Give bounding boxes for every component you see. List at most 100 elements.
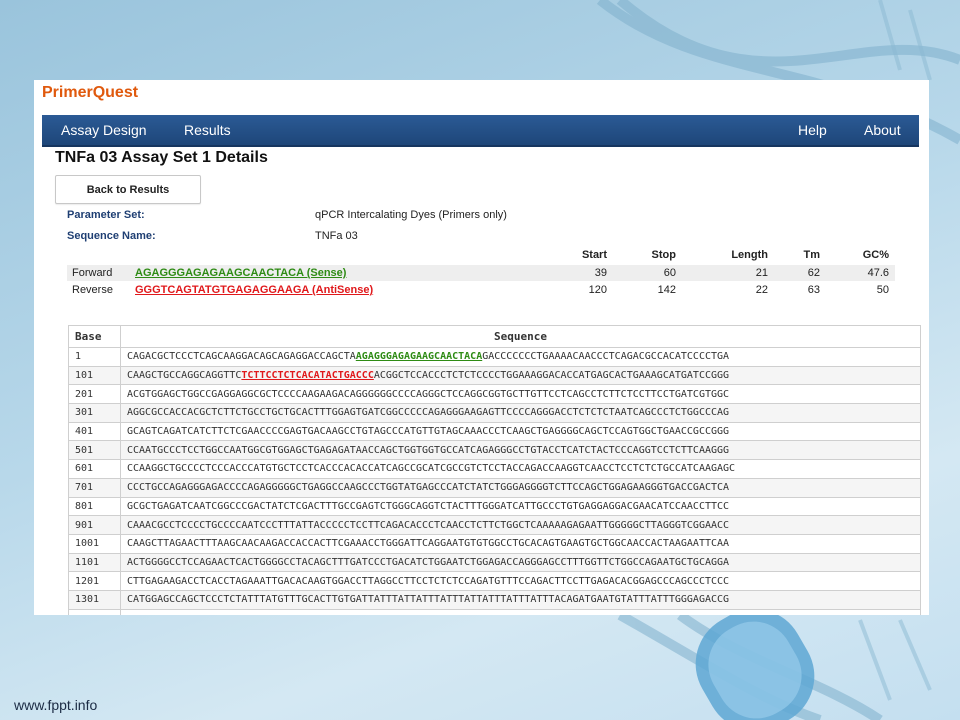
sequence-cell: CCAATGCCCTCCTGGCCAATGGCGTGGAGCTGAGAGATAA…	[120, 440, 921, 461]
nav-assay-design[interactable]: Assay Design	[61, 122, 147, 138]
sequence-segment: CCAAGGCTGCCCCTCCCACCCATGTGCTCCTCACCCACAC…	[127, 463, 736, 475]
table-row: 501 CCAATGCCCTCCTGGCCAATGGCGTGGAGCTGAGAGA…	[68, 440, 921, 461]
table-row: 601 CCAAGGCTGCCCCTCCCACCCATGTGCTCCTCACCCA…	[68, 459, 921, 479]
nav-results[interactable]: Results	[184, 122, 231, 138]
table-row: 801 GCGCTGAGATCAATCGGCCCGACTATCTCGACTTTGC…	[68, 496, 921, 517]
sequence-cell: CTTGAGAAGACCTCACCTAGAAATTGACACAAGTGGACCT…	[120, 571, 921, 591]
table-row: 101 CAAGCTGCCAGGCAGGTTCTCTTCCTCTCACATACTG…	[68, 365, 921, 386]
sequence-segment: GCGCTGAGATCAATCGGCCCGACTATCTCGACTTTGCCGA…	[127, 500, 730, 512]
nav-help[interactable]: Help	[798, 122, 827, 138]
sequence-segment: CAAGCTGCCAGGCAGGTTC	[127, 370, 242, 382]
table-row: 401 GCAGTCAGATCATCTTCTCGAACCCCGAGTGACAAGC…	[68, 421, 921, 442]
brand-logo[interactable]: PrimerQuest	[42, 84, 138, 102]
base-position: 201	[68, 384, 121, 405]
sequence-segment: CAGACGCTCCCTCAGCAAGGACAGCAGAGGACCAGCTA	[127, 351, 356, 363]
page-title: TNFa 03 Assay Set 1 Details	[55, 149, 268, 166]
table-row: 701 CCCTGCCAGAGGGAGACCCCAGAGGGGGCTGAGGCCA…	[68, 477, 921, 498]
sequence-segment: CCCTGCCAGAGGGAGACCCCAGAGGGGGCTGAGGCCAAGC…	[127, 482, 730, 494]
base-position: 701	[68, 477, 121, 498]
base-position: 301	[68, 403, 121, 423]
table-row: 1001 CAAGCTTAGAACTTTAAGCAACAAGACCACCACTTC…	[68, 533, 921, 554]
sequence-name-label: Sequence Name:	[67, 230, 156, 242]
sequence-segment: CCAATGCCCTCCTGGCCAATGGCGTGGAGCTGAGAGATAA…	[127, 444, 730, 456]
sequence-name-value: TNFa 03	[315, 230, 358, 242]
table-row: 1201 CTTGAGAAGACCTCACCTAGAAATTGACACAAGTGG…	[68, 571, 921, 591]
col-gc: GC%	[862, 249, 889, 261]
table-row: 901 CAAACGCCTCCCCTGCCCCAATCCCTTTATTACCCCC…	[68, 515, 921, 535]
sequence-segment: AGGCGCCACCACGCTCTTCTGCCTGCTGCACTTTGGAGTG…	[127, 407, 730, 419]
sequence-cell: ACTGGGGCCTCCAGAACTCACTGGGGCCTACAGCTTTGAT…	[120, 552, 921, 573]
sequence-cell: CAAACGCCTCCCCTGCCCCAATCCCTTTATTACCCCCTCC…	[120, 515, 921, 535]
base-position	[68, 608, 121, 615]
col-stop: Stop	[651, 249, 676, 261]
sequence-segment: GCAGTCAGATCATCTTCTCGAACCCCGAGTGACAAGCCTG…	[127, 426, 730, 438]
primer-stop: 60	[663, 267, 676, 279]
sequence-segment: ACGGCTCCACCCTCTCTCCCCTGGAAAGGACACCATGAGC…	[373, 370, 730, 382]
col-start: Start	[581, 249, 607, 261]
primer-gc: 50	[876, 284, 889, 296]
sequence-cell	[120, 608, 921, 615]
base-position: 1301	[68, 589, 121, 610]
parameter-set-label: Parameter Set:	[67, 209, 145, 221]
primer-stop: 142	[657, 284, 676, 296]
base-position: 1201	[68, 571, 121, 591]
base-position: 901	[68, 515, 121, 535]
primerquest-window: PrimerQuest Assay Design Results Help Ab…	[34, 80, 929, 615]
primer-length: 21	[755, 267, 768, 279]
table-row: 201 ACGTGGAGCTGGCCGAGGAGGCGCTCCCCAAGAAGAC…	[68, 384, 921, 405]
primer-type: Forward	[72, 267, 113, 279]
sequence-segment: CAAACGCCTCCCCTGCCCCAATCCCTTTATTACCCCCTCC…	[127, 519, 730, 531]
sequence-cell: ACGTGGAGCTGGCCGAGGAGGCGCTCCCCAAGAAGACAGG…	[120, 384, 921, 405]
sequence-cell: CATGGAGCCAGCTCCCTCTATTTATGTTTGCACTTGTGAT…	[120, 589, 921, 610]
sequence-cell: GCAGTCAGATCATCTTCTCGAACCCCGAGTGACAAGCCTG…	[120, 421, 921, 442]
sequence-segment: CAAGCTTAGAACTTTAAGCAACAAGACCACCACTTCGAAA…	[127, 538, 730, 550]
primer-start: 39	[594, 267, 607, 279]
base-position: 501	[68, 440, 121, 461]
primer-gc: 47.6	[867, 267, 889, 279]
forward-primer-sequence[interactable]: AGAGGGAGAGAAGCAACTACA (Sense)	[135, 267, 346, 279]
sequence-cell: GCGCTGAGATCAATCGGCCCGACTATCTCGACTTTGCCGA…	[120, 496, 921, 517]
base-position: 1101	[68, 552, 121, 573]
main-nav: Assay Design Results Help About	[42, 115, 919, 147]
reverse-primer-sequence[interactable]: GGGTCAGTATGTGAGAGGAAGA (AntiSense)	[135, 284, 373, 296]
primer-length: 22	[755, 284, 768, 296]
reverse-primer-highlight: TCTTCCTCTCACATACTGACCC	[241, 370, 374, 382]
base-position: 1	[68, 347, 121, 367]
col-length: Length	[731, 249, 768, 261]
base-position: 801	[68, 496, 121, 517]
sequence-cell: CAGACGCTCCCTCAGCAAGGACAGCAGAGGACCAGCTAAG…	[120, 347, 921, 367]
parameter-set-value: qPCR Intercalating Dyes (Primers only)	[315, 209, 507, 221]
base-column-header: Base	[68, 325, 121, 348]
sequence-table: Base Sequence 1 CAGACGCTCCCTCAGCAAGGACAGC…	[68, 325, 921, 615]
reverse-primer-row: Reverse GGGTCAGTATGTGAGAGGAAGA (AntiSens…	[67, 282, 895, 298]
table-row: 1101 ACTGGGGCCTCCAGAACTCACTGGGGCCTACAGCTT…	[68, 552, 921, 573]
forward-primer-highlight: AGAGGGAGAGAAGCAACTACA	[355, 351, 483, 363]
base-position: 401	[68, 421, 121, 442]
primer-type: Reverse	[72, 284, 113, 296]
sequence-cell: CCCTGCCAGAGGGAGACCCCAGAGGGGGCTGAGGCCAAGC…	[120, 477, 921, 498]
sequence-segment: ACGTGGAGCTGGCCGAGGAGGCGCTCCCCAAGAAGACAGG…	[127, 388, 730, 400]
sequence-segment: ACTGGGGCCTCCAGAACTCACTGGGGCCTACAGCTTTGAT…	[127, 556, 730, 568]
table-row: 1 CAGACGCTCCCTCAGCAAGGACAGCAGAGGACCAGCTAA…	[68, 347, 921, 367]
sequence-segment: GACCCCCCCTGAAAACAACCCTCAGACGCCACATCCCCTG…	[482, 351, 730, 363]
table-row: 1301 CATGGAGCCAGCTCCCTCTATTTATGTTTGCACTTG…	[68, 589, 921, 610]
sequence-cell: CAAGCTTAGAACTTTAAGCAACAAGACCACCACTTCGAAA…	[120, 533, 921, 554]
primer-start: 120	[588, 284, 607, 296]
forward-primer-row: Forward AGAGGGAGAGAAGCAACTACA (Sense) 39…	[67, 265, 895, 281]
sequence-table-body: 1 CAGACGCTCCCTCAGCAAGGACAGCAGAGGACCAGCTAA…	[68, 347, 921, 615]
back-to-results-button[interactable]: Back to Results	[55, 175, 201, 204]
sequence-cell: AGGCGCCACCACGCTCTTCTGCCTGCTGCACTTTGGAGTG…	[120, 403, 921, 423]
base-position: 1001	[68, 533, 121, 554]
sequence-segment: CATGGAGCCAGCTCCCTCTATTTATGTTTGCACTTGTGAT…	[127, 594, 730, 606]
sequence-column-header: Sequence	[120, 325, 921, 348]
nav-about[interactable]: About	[864, 122, 901, 138]
primer-tm: 63	[807, 284, 820, 296]
sequence-cell: CAAGCTGCCAGGCAGGTTCTCTTCCTCTCACATACTGACC…	[120, 365, 921, 386]
base-position: 601	[68, 459, 121, 479]
table-row: 301 AGGCGCCACCACGCTCTTCTGCCTGCTGCACTTTGGA…	[68, 403, 921, 423]
sequence-segment: CTTGAGAAGACCTCACCTAGAAATTGACACAAGTGGACCT…	[127, 575, 730, 587]
table-row	[68, 608, 921, 615]
sequence-cell: CCAAGGCTGCCCCTCCCACCCATGTGCTCCTCACCCACAC…	[120, 459, 921, 479]
primer-tm: 62	[807, 267, 820, 279]
footer-url: www.fppt.info	[14, 697, 98, 713]
